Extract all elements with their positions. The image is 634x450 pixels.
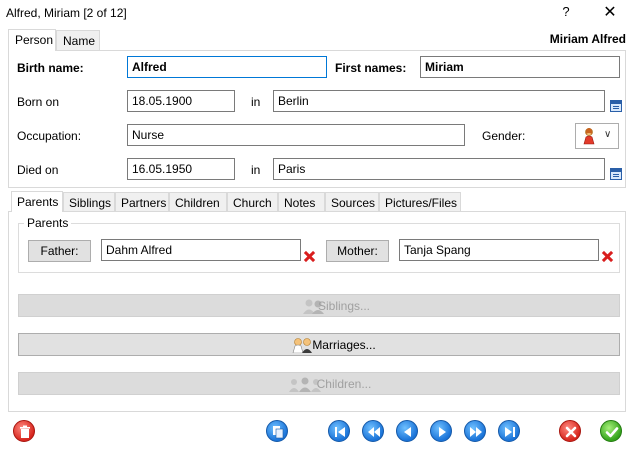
next-icon: [439, 427, 446, 437]
gender-select[interactable]: ∨: [575, 123, 619, 149]
died-in-input[interactable]: Paris: [273, 158, 605, 180]
first-record-button[interactable]: [328, 420, 350, 442]
birth-name-label: Birth name:: [17, 61, 84, 75]
tab-children[interactable]: Children: [169, 192, 227, 212]
children-button-label: Children...: [316, 377, 372, 391]
death-place-calendar-icon[interactable]: [610, 168, 622, 180]
siblings-button[interactable]: Siblings...: [18, 294, 620, 317]
father-button[interactable]: Father:: [28, 240, 91, 262]
first-names-label: First names:: [335, 61, 407, 75]
gender-label: Gender:: [482, 129, 526, 143]
last-icon: [505, 427, 515, 437]
previous-icon: [404, 427, 411, 437]
previous-button[interactable]: [396, 420, 418, 442]
died-on-label: Died on: [17, 163, 59, 177]
fast-forward-icon: [470, 427, 482, 437]
children-button[interactable]: Children...: [18, 372, 620, 395]
mother-input[interactable]: Tanja Spang: [399, 239, 599, 261]
tab-partners[interactable]: Partners: [115, 192, 169, 212]
tab-parents[interactable]: Parents: [11, 191, 63, 212]
father-input[interactable]: Dahm Alfred: [101, 239, 301, 261]
cancel-button[interactable]: [559, 420, 581, 442]
trash-icon: [20, 425, 30, 438]
tab-person[interactable]: Person: [8, 29, 56, 51]
header-person-name: Miriam Alfred: [549, 32, 626, 46]
title-bar: Alfred, Miriam [2 of 12] ? ✕: [0, 0, 634, 28]
copy-button[interactable]: [266, 420, 288, 442]
rewind-button[interactable]: [362, 420, 384, 442]
chevron-down-icon: ∨: [604, 129, 612, 140]
fast-forward-button[interactable]: [464, 420, 486, 442]
birth-name-input[interactable]: Alfred: [127, 56, 327, 78]
birth-place-calendar-icon[interactable]: [610, 100, 622, 112]
female-icon: [583, 128, 595, 145]
first-names-input[interactable]: Miriam: [420, 56, 620, 78]
close-button[interactable]: ✕: [600, 2, 620, 22]
born-in-input[interactable]: Berlin: [273, 90, 605, 112]
born-on-input[interactable]: 18.05.1900: [127, 90, 235, 112]
tab-siblings[interactable]: Siblings: [63, 192, 115, 212]
marriages-button-label: Marriages...: [312, 338, 376, 352]
checkmark-icon: [605, 427, 619, 438]
tab-sources[interactable]: Sources: [325, 192, 379, 212]
rewind-icon: [368, 427, 380, 437]
died-on-input[interactable]: 16.05.1950: [127, 158, 235, 180]
parents-group-title: Parents: [24, 216, 72, 230]
remove-father-icon[interactable]: [304, 251, 315, 262]
tab-pictures-files[interactable]: Pictures/Files: [379, 192, 461, 212]
copy-icon: [273, 426, 284, 439]
delete-button[interactable]: [13, 420, 35, 442]
window-title: Alfred, Miriam [2 of 12]: [6, 6, 127, 20]
occupation-input[interactable]: Nurse: [127, 124, 465, 146]
first-icon: [335, 427, 345, 437]
mother-button[interactable]: Mother:: [326, 240, 389, 262]
died-in-label: in: [251, 163, 261, 177]
siblings-button-label: Siblings...: [317, 299, 371, 313]
tab-name[interactable]: Name: [56, 30, 100, 51]
remove-mother-icon[interactable]: [602, 251, 613, 262]
tab-notes[interactable]: Notes: [278, 192, 325, 212]
occupation-label: Occupation:: [17, 129, 82, 143]
cancel-icon: [565, 426, 577, 438]
born-in-label: in: [251, 95, 261, 109]
next-button[interactable]: [430, 420, 452, 442]
ok-button[interactable]: [600, 420, 622, 442]
marriages-button[interactable]: Marriages...: [18, 333, 620, 356]
help-button[interactable]: ?: [558, 4, 574, 22]
last-record-button[interactable]: [498, 420, 520, 442]
born-on-label: Born on: [17, 95, 60, 109]
tab-church[interactable]: Church: [227, 192, 278, 212]
